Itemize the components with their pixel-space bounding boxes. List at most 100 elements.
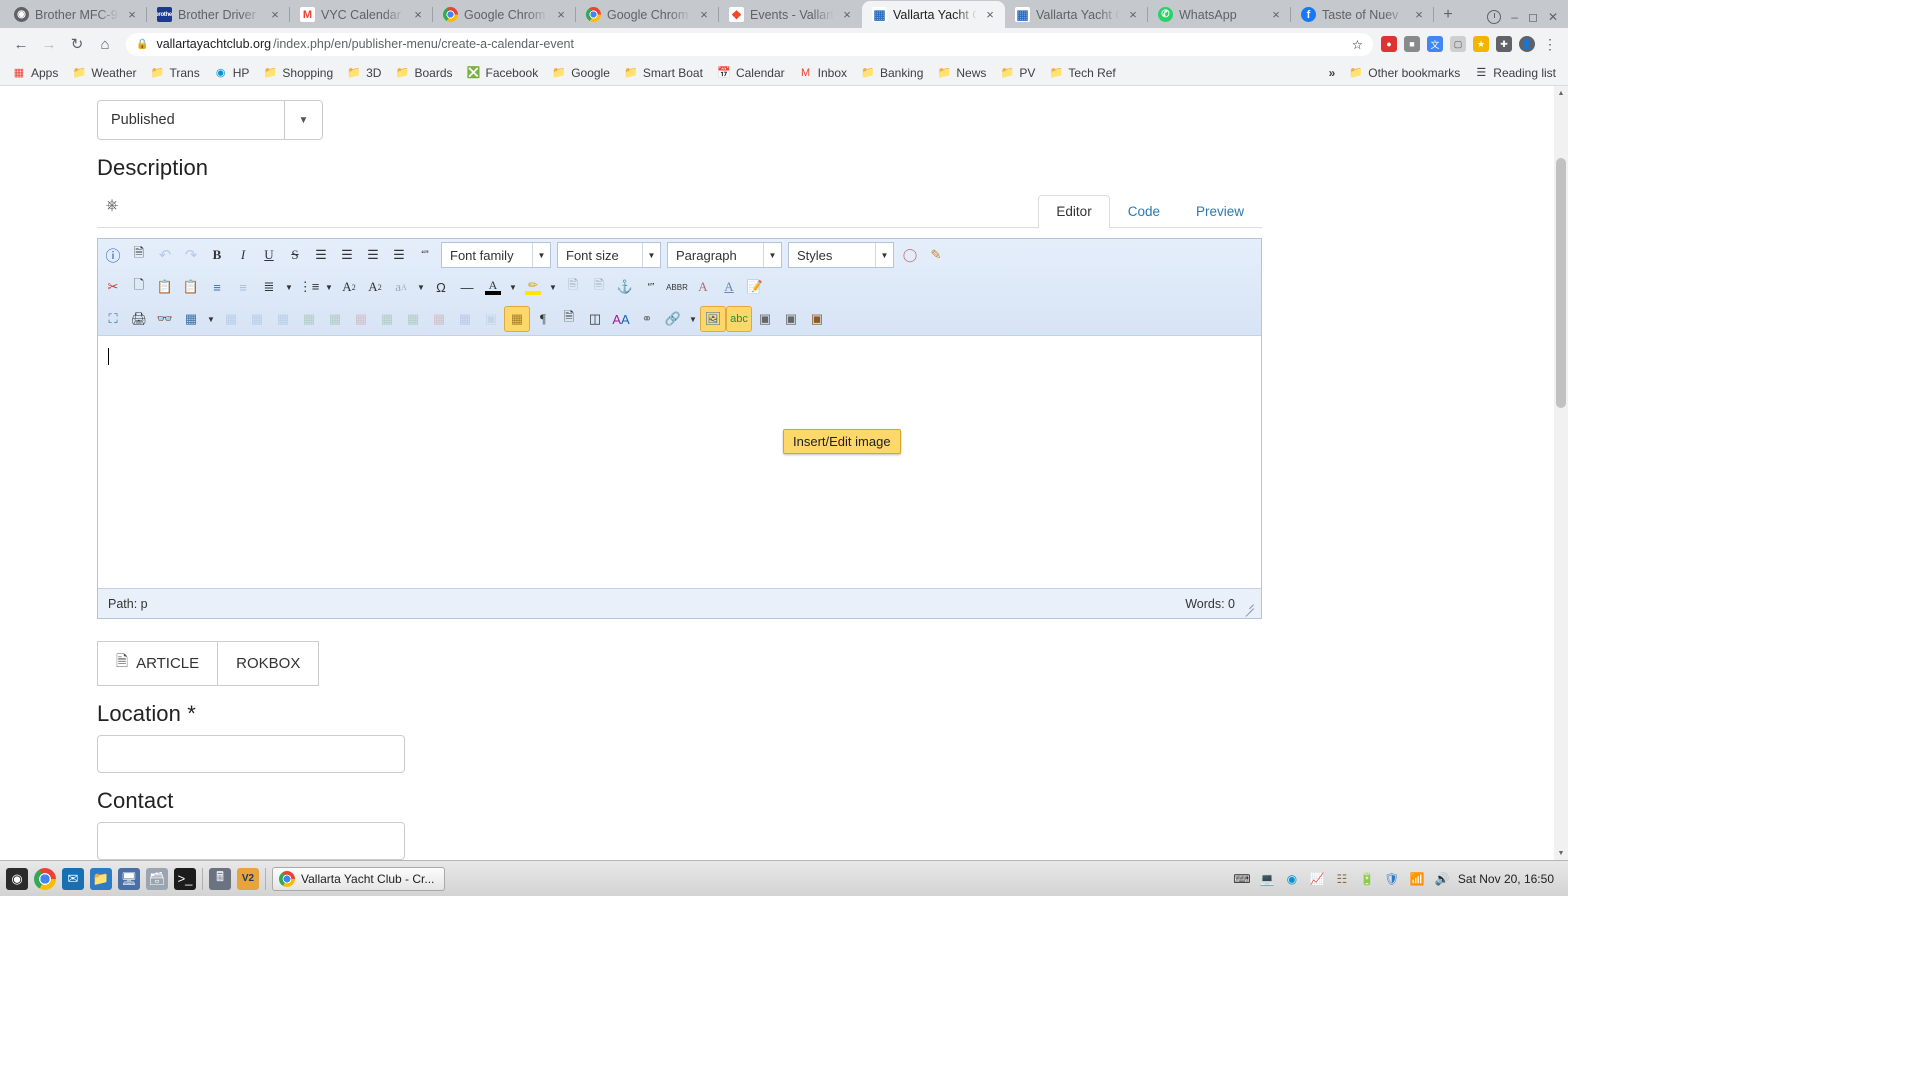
tab-close-icon[interactable]: × [840, 7, 854, 22]
browser-tab-5[interactable]: ❖ Events - Vallart × [719, 1, 862, 28]
styles-select[interactable]: Styles ▼ [788, 242, 894, 268]
browser-tab-0[interactable]: ◉ Brother MFC-9 × [4, 1, 147, 28]
link-icon[interactable]: 🔗 [660, 306, 686, 332]
minimize-icon[interactable]: – [1511, 10, 1518, 24]
folder-icon[interactable]: 📁 [90, 867, 112, 890]
close-window-icon[interactable]: ✕ [1548, 10, 1558, 24]
start-icon[interactable]: ◉ [6, 867, 28, 890]
bookmark-star-icon[interactable]: ☆ [1352, 37, 1363, 52]
paragraph-format-select[interactable]: Paragraph ▼ [667, 242, 782, 268]
terminal-icon[interactable]: >_ [174, 867, 196, 890]
contact-input[interactable] [97, 822, 405, 860]
browser-tab-2[interactable]: M VYC Calendar - × [290, 1, 433, 28]
bookmark-trans[interactable]: 📁 Trans [145, 63, 206, 83]
chevron-down-icon[interactable]: ▼ [875, 243, 893, 267]
paste-text-icon[interactable]: 📋 [178, 274, 204, 300]
browser-tab-1[interactable]: brother Brother Driver × [147, 1, 290, 28]
bookmark-news[interactable]: 📁 News [931, 63, 992, 83]
chevron-down-icon[interactable]: ▼ [506, 274, 520, 300]
display-icon[interactable]: 💻 [1258, 870, 1276, 888]
ublock-icon[interactable]: ● [1381, 36, 1397, 52]
bookmark-3d[interactable]: 📁 3D [341, 63, 387, 83]
calculator-icon[interactable]: 🖩 [209, 867, 231, 890]
table-grid-icon[interactable]: ▦ [452, 306, 478, 332]
cell-properties-icon[interactable]: ▦ [270, 306, 296, 332]
underline-icon[interactable]: U [256, 242, 282, 268]
other-bookmarks-folder[interactable]: 📁 Other bookmarks [1343, 63, 1466, 83]
redo-icon[interactable]: ↷ [178, 242, 204, 268]
table-icon[interactable]: ▦ [178, 306, 204, 332]
delete-table-icon[interactable]: ▦ [218, 306, 244, 332]
paragraph-mark-icon[interactable]: ¶ [530, 306, 556, 332]
page-break-icon[interactable]: ◫ [582, 306, 608, 332]
visual-blocks-icon[interactable]: ▦ [504, 306, 530, 332]
browser-tab-6-active[interactable]: ▦ Vallarta Yacht C × [862, 1, 1005, 28]
bookmark-boards[interactable]: 📁 Boards [389, 63, 458, 83]
chrome-icon[interactable] [34, 867, 56, 890]
media-icon[interactable]: ▣ [752, 306, 778, 332]
search-replace-icon[interactable]: 👓 [152, 306, 178, 332]
profile-avatar[interactable]: 👤 [1519, 36, 1535, 52]
tab-article[interactable]: 🗎 ARTICLE [97, 641, 219, 686]
tab-close-icon[interactable]: × [125, 7, 139, 22]
bookmark-calendar[interactable]: 📅 Calendar [711, 63, 791, 83]
chevron-down-icon[interactable]: ▼ [686, 306, 700, 332]
network-icon[interactable]: ☷ [1333, 870, 1351, 888]
acronym-icon[interactable]: A [690, 274, 716, 300]
browser-tab-7[interactable]: ▦ Vallarta Yacht C × [1005, 1, 1148, 28]
undo-icon[interactable]: ↶ [152, 242, 178, 268]
tab-close-icon[interactable]: × [1269, 7, 1283, 22]
align-justify-icon[interactable]: ☰ [308, 242, 334, 268]
new-tab-button[interactable]: + [1434, 1, 1462, 28]
bullet-list-icon[interactable]: ⋮≡ [296, 274, 322, 300]
align-left-icon[interactable]: ☰ [360, 242, 386, 268]
spellcheck-icon[interactable]: AA [608, 306, 634, 332]
bold-icon[interactable]: B [204, 242, 230, 268]
home-icon[interactable]: ⌂ [92, 31, 118, 57]
numbered-list-icon[interactable]: ≣ [256, 274, 282, 300]
delete-page-icon[interactable]: 🖹 [586, 274, 612, 300]
align-center-icon[interactable]: ☰ [334, 242, 360, 268]
bookmark-facebook[interactable]: ❎ Facebook [461, 63, 545, 83]
scrollbar-thumb[interactable] [1556, 158, 1566, 408]
hp-icon[interactable]: ◉ [1283, 870, 1301, 888]
signal-icon[interactable]: 📶 [1408, 870, 1426, 888]
tab-close-icon[interactable]: × [554, 7, 568, 22]
readmore-icon[interactable]: ▣ [778, 306, 804, 332]
browser-tab-4[interactable]: Google Chrom × [576, 1, 719, 28]
scroll-up-arrow[interactable]: ▲ [1554, 86, 1568, 100]
unlink-icon[interactable]: ⚭ [634, 306, 660, 332]
bookmark-weather[interactable]: 📁 Weather [66, 63, 142, 83]
forward-icon[interactable]: → [36, 31, 62, 57]
vertical-scrollbar[interactable]: ▲ ▼ [1554, 86, 1568, 860]
preview-icon[interactable]: 🗎 [556, 306, 582, 332]
bookmark-tech-ref[interactable]: 📁 Tech Ref [1043, 63, 1121, 83]
monitor-icon[interactable]: 🖥 [118, 867, 140, 890]
keyboard-icon[interactable]: ⌨ [1233, 870, 1251, 888]
chevron-down-icon[interactable]: ▼ [284, 101, 322, 139]
cite-icon[interactable]: A [716, 274, 742, 300]
tab-code[interactable]: Code [1110, 195, 1178, 227]
tab-close-icon[interactable]: × [697, 7, 711, 22]
insert-column-after-icon[interactable]: ▦ [400, 306, 426, 332]
taskbar-clock[interactable]: Sat Nov 20, 16:50 [1458, 872, 1554, 886]
superscript-icon[interactable]: A2 [362, 274, 388, 300]
taskbar-window-button[interactable]: Vallarta Yacht Club - Cr... [272, 866, 446, 891]
paint-brush-icon[interactable]: ✎ [923, 242, 949, 268]
puzzle-icon[interactable]: ✚ [1496, 36, 1512, 52]
horizontal-rule-icon[interactable]: — [454, 274, 480, 300]
font-family-select[interactable]: Font family ▼ [441, 242, 551, 268]
power-toggle-icon[interactable]: ⎈ [97, 191, 127, 221]
bookmark-smart-boat[interactable]: 📁 Smart Boat [618, 63, 709, 83]
insert-image-icon[interactable]: 🖼 [700, 306, 726, 332]
bookmark-banking[interactable]: 📁 Banking [855, 63, 929, 83]
tab-close-icon[interactable]: × [1126, 7, 1140, 22]
text-color-icon[interactable]: A [480, 274, 506, 300]
chart-icon[interactable]: 📈 [1308, 870, 1326, 888]
back-icon[interactable]: ← [8, 31, 34, 57]
highlight-color-icon[interactable]: ✏ [520, 274, 546, 300]
special-character-icon[interactable]: Ω [428, 274, 454, 300]
template-icon[interactable]: 📝 [742, 274, 768, 300]
article-icon[interactable]: ▣ [804, 306, 830, 332]
insert-column-before-icon[interactable]: ▦ [374, 306, 400, 332]
